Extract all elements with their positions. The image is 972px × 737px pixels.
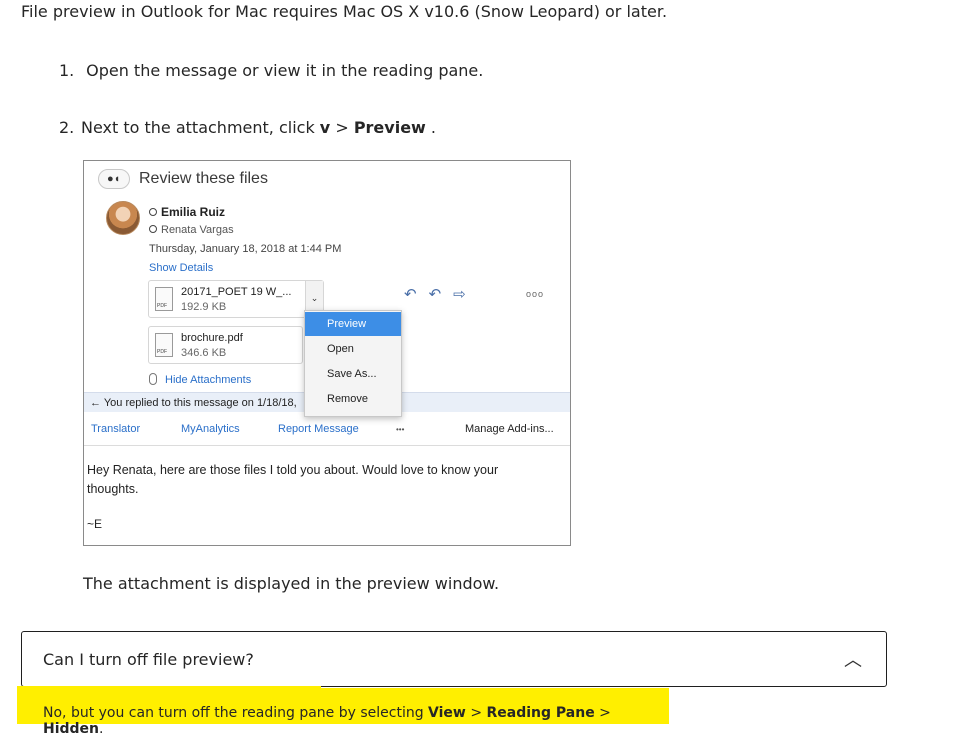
paperclip-icon bbox=[149, 373, 157, 385]
attachment-name: 20171_POET 19 W_... bbox=[181, 286, 292, 298]
arrow-left-icon: ← bbox=[90, 397, 101, 409]
attachment-menu: Preview Open Save As... Remove bbox=[304, 310, 402, 417]
attachment-size: 346.6 KB bbox=[181, 347, 227, 359]
pdf-file-icon: PDF bbox=[155, 287, 173, 311]
faq-answer: No, but you can turn off the reading pan… bbox=[17, 688, 669, 737]
presence-icon bbox=[149, 225, 157, 233]
manage-addins-link[interactable]: Manage Add-ins... bbox=[465, 423, 554, 435]
attachment-size: 192.9 KB bbox=[181, 301, 227, 313]
step-bold-v: v bbox=[319, 118, 331, 137]
chevron-up-icon[interactable]: ︿ bbox=[844, 646, 862, 672]
caption-text: The attachment is displayed in the previ… bbox=[83, 574, 500, 593]
show-details-link[interactable]: Show Details bbox=[149, 262, 213, 274]
step-2: 2. Next to the attachment, click v > Prev… bbox=[59, 118, 436, 137]
menu-item-preview[interactable]: Preview bbox=[305, 312, 401, 336]
addin-myanalytics[interactable]: MyAnalytics bbox=[181, 423, 240, 435]
replied-text: You replied to this message on 1/18/18, bbox=[103, 397, 297, 409]
answer-bold-hidden: Hidden bbox=[43, 721, 100, 737]
step-text: Open the message or view it in the readi… bbox=[86, 61, 484, 80]
step-1: 1. Open the message or view it in the re… bbox=[59, 61, 483, 80]
answer-bold-reading-pane: Reading Pane bbox=[486, 705, 595, 721]
answer-bold-view: View bbox=[428, 705, 466, 721]
step-sep: > bbox=[330, 118, 354, 137]
step-text: Next to the attachment, click bbox=[81, 118, 320, 137]
faq-accordion-header[interactable]: Can I turn off file preview? ︿ bbox=[21, 631, 887, 687]
addins-bar: Translator MyAnalytics Report Message ••… bbox=[84, 412, 570, 446]
menu-item-open[interactable]: Open bbox=[305, 337, 401, 361]
forward-icon[interactable]: ⇨ bbox=[453, 286, 478, 303]
message-actions: ↶↶⇨ bbox=[404, 285, 478, 303]
step-number: 2. bbox=[59, 118, 75, 137]
email-body: Hey Renata, here are those files I told … bbox=[87, 463, 499, 496]
faq-question: Can I turn off file preview? bbox=[43, 650, 254, 669]
menu-item-save-as[interactable]: Save As... bbox=[305, 362, 401, 386]
step-number: 1. bbox=[59, 61, 75, 80]
hide-attachments-link[interactable]: Hide Attachments bbox=[149, 373, 251, 386]
email-signature: ~E bbox=[87, 517, 103, 531]
more-addins-icon[interactable]: ••• bbox=[396, 425, 404, 434]
pdf-file-icon: PDF bbox=[155, 333, 173, 357]
step-post: . bbox=[425, 118, 436, 137]
conversation-icon: ●◖ bbox=[98, 169, 130, 189]
reply-all-icon[interactable]: ↶ bbox=[429, 286, 454, 303]
menu-item-remove[interactable]: Remove bbox=[305, 387, 401, 411]
more-icon[interactable]: ooo bbox=[526, 289, 544, 299]
attachment-name: brochure.pdf bbox=[181, 332, 243, 344]
email-subject: Review these files bbox=[139, 170, 268, 187]
recipient-name[interactable]: Renata Vargas bbox=[149, 224, 234, 236]
reply-icon[interactable]: ↶ bbox=[404, 286, 429, 303]
presence-icon bbox=[149, 208, 157, 216]
addin-report-message[interactable]: Report Message bbox=[278, 423, 359, 435]
intro-text: File preview in Outlook for Mac requires… bbox=[21, 2, 668, 21]
sender-name[interactable]: Emilia Ruiz bbox=[149, 205, 225, 219]
addin-translator[interactable]: Translator bbox=[91, 423, 140, 435]
attachment-item[interactable]: PDF brochure.pdf 346.6 KB bbox=[148, 326, 303, 364]
outlook-screenshot: ●◖ Review these files Emilia Ruiz Renata… bbox=[83, 160, 571, 546]
attachment-item[interactable]: PDF 20171_POET 19 W_... 192.9 KB ⌄ bbox=[148, 280, 324, 318]
avatar bbox=[106, 201, 140, 235]
step-bold-preview: Preview bbox=[353, 118, 426, 137]
email-date: Thursday, January 18, 2018 at 1:44 PM bbox=[149, 243, 342, 255]
